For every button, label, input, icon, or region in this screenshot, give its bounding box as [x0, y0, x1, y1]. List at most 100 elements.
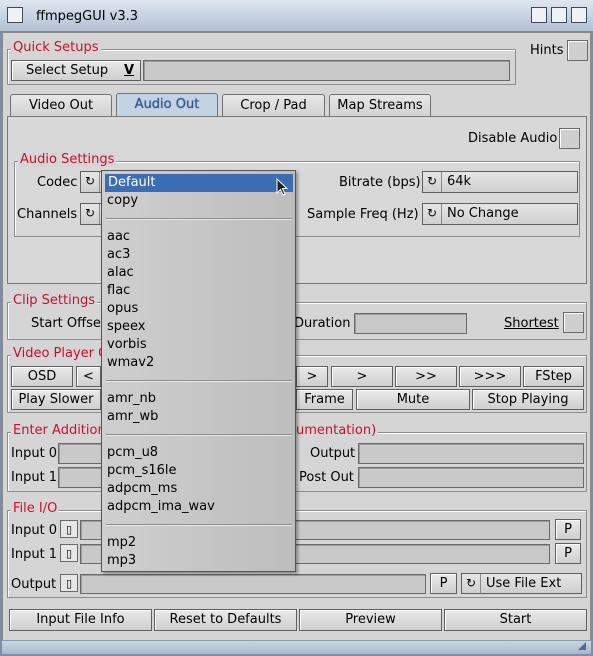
use-file-ext-value: Use File Ext	[486, 576, 562, 591]
channels-label: Channels	[17, 207, 78, 222]
tab-video-out[interactable]: Video Out	[10, 94, 112, 117]
extra-output-field[interactable]	[358, 443, 584, 464]
codec-option[interactable]: ac3	[107, 246, 130, 264]
file-input0-label: Input 0	[11, 523, 58, 538]
sample-freq-value: No Change	[447, 206, 519, 221]
quick-setups-title: Quick Setups	[11, 40, 101, 55]
extra-postout-label: Post Out	[299, 470, 354, 485]
extra-output-label: Output	[310, 446, 356, 461]
file-icon[interactable]: ▯	[60, 574, 78, 592]
file-output-label: Output	[11, 577, 57, 592]
faster-forward-button[interactable]: >>>	[459, 366, 521, 387]
select-setup-button[interactable]: Select Setup V	[11, 60, 141, 81]
audio-settings-title: Audio Settings	[18, 152, 117, 167]
codec-option[interactable]: opus	[107, 300, 138, 318]
window-title: ffmpegGUI v3.3	[36, 9, 139, 24]
file-input0-p-button[interactable]: P	[555, 519, 581, 540]
zoom-icon[interactable]	[571, 7, 587, 23]
codec-option[interactable]: vorbis	[107, 336, 147, 354]
bitrate-label: Bitrate (bps)	[339, 175, 421, 190]
codec-option[interactable]: wmav2	[107, 354, 154, 372]
stop-playing-button[interactable]: Stop Playing	[472, 389, 584, 410]
codec-option[interactable]: pcm_u8	[107, 444, 158, 462]
codec-label: Codec	[37, 175, 78, 190]
use-file-ext-cycle[interactable]: ↻ Use File Ext	[461, 573, 582, 594]
frame-button[interactable]: Frame	[296, 389, 353, 410]
codec-option[interactable]: copy	[107, 192, 138, 210]
codec-option[interactable]: amr_wb	[107, 408, 158, 426]
codec-option[interactable]: adpcm_ima_wav	[107, 498, 215, 516]
codec-option[interactable]: aac	[107, 228, 130, 246]
codec-option[interactable]: mp2	[107, 534, 136, 552]
codec-option[interactable]: speex	[107, 318, 146, 336]
sample-freq-cycle[interactable]: ↻ No Change	[422, 203, 578, 225]
forward-button[interactable]: >	[296, 366, 328, 387]
cycle-icon: ↻	[81, 204, 100, 224]
depth-icon[interactable]	[551, 7, 567, 23]
dropdown-separator	[106, 434, 292, 436]
input-file-info-button[interactable]: Input File Info	[9, 609, 152, 631]
duration-field[interactable]	[354, 313, 467, 334]
extra-input0-label: Input 0	[11, 446, 58, 461]
clip-settings-title: Clip Settings	[11, 293, 98, 308]
bitrate-cycle[interactable]: ↻ 64k	[422, 171, 578, 193]
tab-audio-out[interactable]: Audio Out	[116, 93, 218, 117]
file-output-p-button[interactable]: P	[430, 573, 457, 594]
dropdown-separator	[106, 218, 292, 220]
file-input1-label: Input 1	[11, 547, 58, 562]
disable-audio-label: Disable Audio	[468, 131, 558, 146]
setup-name-field[interactable]	[143, 60, 510, 81]
forward-2-button[interactable]: >	[331, 366, 393, 387]
codec-option[interactable]: Default	[105, 174, 293, 192]
resize-grip-icon[interactable]	[578, 642, 586, 650]
extra-postout-field[interactable]	[358, 467, 584, 488]
tab-map-streams[interactable]: Map Streams	[329, 94, 431, 117]
fstep-button[interactable]: FStep	[523, 366, 584, 387]
shortest-label: Shortest	[504, 316, 559, 331]
reset-defaults-button[interactable]: Reset to Defaults	[154, 609, 297, 631]
codec-option[interactable]: alac	[107, 264, 134, 282]
hints-checkbox[interactable]	[567, 40, 588, 61]
codec-dropdown-menu[interactable]: Default copy aac ac3 alac flac opus speex vorbis…	[101, 170, 296, 572]
file-io-title: File I/O	[11, 501, 60, 516]
extra-input1-field[interactable]	[58, 467, 102, 488]
file-input1-p-button[interactable]: P	[555, 543, 581, 564]
start-offset-label: Start Offset	[31, 316, 106, 331]
start-button[interactable]: Start	[444, 609, 587, 631]
mute-button[interactable]: Mute	[356, 389, 470, 410]
cycle-icon: ↻	[81, 172, 100, 192]
file-icon[interactable]: ▯	[60, 544, 78, 562]
close-icon[interactable]	[7, 7, 23, 23]
osd-button[interactable]: OSD	[11, 366, 73, 387]
codec-option[interactable]: adpcm_ms	[107, 480, 177, 498]
codec-option[interactable]: pcm_s16le	[107, 462, 177, 480]
window-titlebar[interactable]: ffmpegGUI v3.3	[0, 0, 593, 32]
disable-audio-checkbox[interactable]	[559, 128, 580, 149]
tab-crop-pad[interactable]: Crop / Pad	[222, 94, 325, 117]
additional-options-title-right: umentation)	[294, 423, 379, 438]
extra-input0-field[interactable]	[58, 443, 102, 464]
dropdown-separator	[106, 380, 292, 382]
play-slower-button[interactable]: Play Slower	[11, 389, 101, 410]
window-bottom-bar	[2, 640, 591, 654]
player-controls-title: Video Player Controls	[11, 347, 101, 361]
cycle-icon: ↻	[423, 204, 442, 224]
duration-label: Duration	[294, 316, 351, 331]
cycle-icon: ↻	[462, 574, 481, 593]
iconify-icon[interactable]	[531, 7, 547, 23]
cycle-icon: ↻	[423, 172, 442, 192]
sample-freq-label: Sample Freq (Hz)	[307, 207, 419, 222]
chevron-down-icon: V	[124, 63, 135, 78]
fast-forward-button[interactable]: >>	[395, 366, 457, 387]
preview-button[interactable]: Preview	[299, 609, 442, 631]
codec-option[interactable]: mp3	[107, 552, 136, 570]
codec-option[interactable]: flac	[107, 282, 130, 300]
select-setup-label: Select Setup	[26, 63, 109, 78]
file-icon[interactable]: ▯	[60, 520, 78, 538]
shortest-checkbox[interactable]	[563, 312, 584, 333]
hints-label: Hints	[530, 43, 564, 58]
dropdown-separator	[106, 524, 292, 526]
codec-option[interactable]: amr_nb	[107, 390, 156, 408]
file-output-field[interactable]	[80, 574, 426, 594]
rewind-button[interactable]: <	[76, 366, 101, 387]
